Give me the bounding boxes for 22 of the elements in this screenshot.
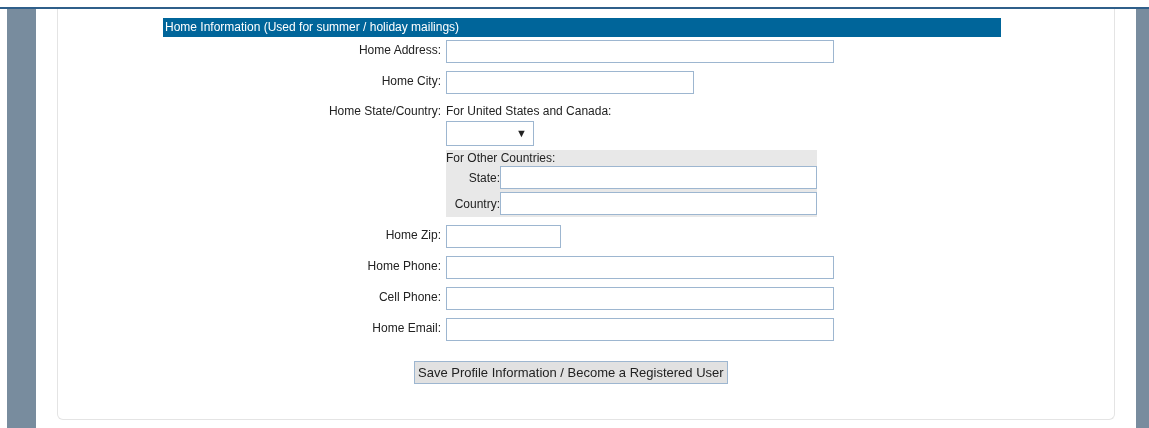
panel-caption: For Other Countries: (446, 150, 557, 166)
text-field[interactable] (446, 71, 694, 94)
text-field[interactable] (446, 225, 561, 248)
field-label: Home State/Country: (328, 103, 441, 120)
field-label: Home Zip: (385, 227, 441, 244)
text-field[interactable] (446, 40, 834, 63)
field-label: Home Phone: (367, 258, 441, 275)
text-field[interactable] (446, 256, 834, 279)
field-label: Cell Phone: (378, 289, 441, 306)
text-field[interactable] (446, 287, 834, 310)
save-profile-button[interactable]: Save Profile Information / Become a Registered User (414, 361, 728, 384)
section-header: Home Information (Used for summer / holiday mailings) (163, 18, 1001, 37)
state-field[interactable] (500, 166, 817, 189)
country-label: Country: (454, 195, 500, 213)
state-label: State: (468, 169, 500, 187)
field-caption: For United States and Canada: (446, 103, 613, 120)
field-label: Home City: (381, 73, 441, 90)
field-label: Home Address: (358, 42, 441, 59)
state-dropdown[interactable]: ▼ (446, 121, 534, 146)
country-field[interactable] (500, 192, 817, 215)
field-label: Home Email: (372, 320, 441, 337)
text-field[interactable] (446, 318, 834, 341)
